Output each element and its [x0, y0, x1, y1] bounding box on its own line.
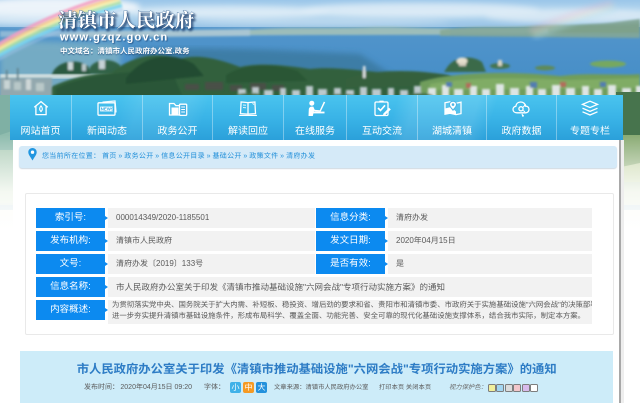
svg-text:NEWS: NEWS	[101, 107, 114, 112]
svg-text:中文域名：清镇市人民政府办公室.政务: 中文域名：清镇市人民政府办公室.政务	[60, 47, 190, 56]
svg-text:www.gzqz.gov.cn: www.gzqz.gov.cn	[59, 32, 168, 44]
svg-text:清镇市人民政府: 清镇市人民政府	[58, 10, 195, 32]
